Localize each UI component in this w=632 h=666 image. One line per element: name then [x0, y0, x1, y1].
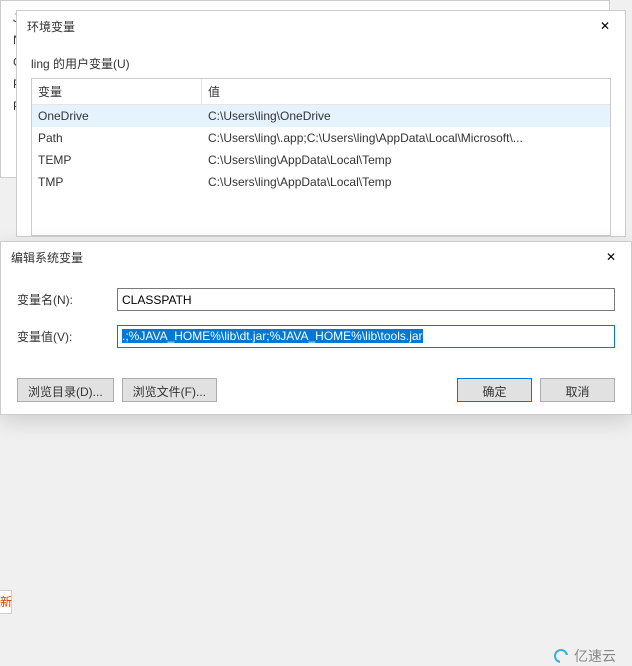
cell-val: C:\Users\ling\AppData\Local\Temp	[202, 173, 610, 191]
var-value-input[interactable]: .;%JAVA_HOME%\lib\dt.jar;%JAVA_HOME%\lib…	[117, 325, 615, 348]
var-name-input[interactable]	[117, 288, 615, 311]
dialog-title: 编辑系统变量	[11, 249, 83, 266]
sidebar-new-mark[interactable]: 新	[0, 590, 12, 614]
close-icon[interactable]: ✕	[585, 11, 625, 41]
browse-file-button[interactable]: 浏览文件(F)...	[122, 378, 217, 402]
header-var[interactable]: 变量	[32, 79, 202, 104]
env-vars-window: 环境变量 ✕ ling 的用户变量(U) 变量 值 OneDrive C:\Us…	[16, 10, 626, 237]
watermark: 亿速云	[554, 646, 616, 666]
var-value-label: 变量值(V):	[17, 328, 117, 345]
brand-label: 亿速云	[574, 646, 616, 666]
browse-dir-button[interactable]: 浏览目录(D)...	[17, 378, 114, 402]
user-vars-table[interactable]: 变量 值 OneDrive C:\Users\ling\OneDrive Pat…	[31, 78, 611, 236]
table-row[interactable]: TMP C:\Users\ling\AppData\Local\Temp	[32, 171, 610, 193]
table-row[interactable]: TEMP C:\Users\ling\AppData\Local\Temp	[32, 149, 610, 171]
cell-var: OneDrive	[32, 107, 202, 125]
table-row[interactable]: Path C:\Users\ling\.app;C:\Users\ling\Ap…	[32, 127, 610, 149]
cell-var: TMP	[32, 173, 202, 191]
close-icon[interactable]: ✕	[591, 242, 631, 272]
user-vars-label: ling 的用户变量(U)	[31, 51, 611, 78]
titlebar: 编辑系统变量 ✕	[1, 242, 631, 272]
logo-icon	[554, 649, 568, 663]
var-name-label: 变量名(N):	[17, 291, 117, 308]
cell-val: C:\Users\ling\.app;C:\Users\ling\AppData…	[202, 129, 610, 147]
cell-var: Path	[32, 129, 202, 147]
ok-button[interactable]: 确定	[457, 378, 532, 402]
cell-var: TEMP	[32, 151, 202, 169]
header-val[interactable]: 值	[202, 79, 610, 104]
table-header: 变量 值	[32, 79, 610, 105]
edit-system-var-dialog: 编辑系统变量 ✕ 变量名(N): 变量值(V): .;%JAVA_HOME%\l…	[0, 241, 632, 415]
table-row[interactable]: OneDrive C:\Users\ling\OneDrive	[32, 105, 610, 127]
selected-text: .;%JAVA_HOME%\lib\dt.jar;%JAVA_HOME%\lib…	[122, 329, 423, 343]
window-title: 环境变量	[27, 18, 75, 35]
cell-val: C:\Users\ling\AppData\Local\Temp	[202, 151, 610, 169]
titlebar: 环境变量 ✕	[17, 11, 625, 41]
cancel-button[interactable]: 取消	[540, 378, 615, 402]
cell-val: C:\Users\ling\OneDrive	[202, 107, 610, 125]
